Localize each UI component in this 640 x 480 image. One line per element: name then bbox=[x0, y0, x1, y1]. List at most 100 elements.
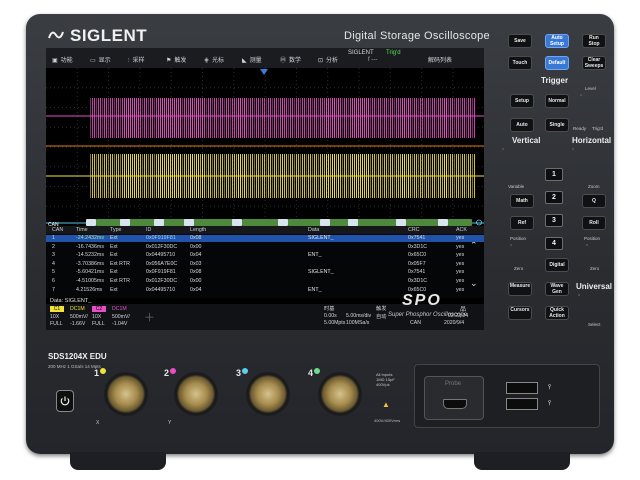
channel-3-bnc-input[interactable] bbox=[246, 372, 290, 416]
ch2-burst-4 bbox=[258, 98, 259, 138]
channel-1-info[interactable]: C1 DC1M 10X 500mV/ FULL -1.66V bbox=[50, 306, 90, 328]
channel-2-info[interactable]: C2 DC1M 10X 500mV/ FULL -1.04V bbox=[92, 306, 132, 328]
column-header[interactable]: CAN bbox=[52, 227, 63, 233]
channel-2-button[interactable]: 2 bbox=[545, 191, 563, 204]
ch2-burst-6 bbox=[336, 98, 337, 138]
table-row[interactable]: 4 -3.70386ms Ext RTR 0x056A7E0C 0x03 0x05F7 ye… bbox=[46, 261, 484, 268]
menu-item-0[interactable]: ▣ 功能 bbox=[52, 55, 73, 64]
ch2-burst-2 bbox=[180, 98, 181, 138]
vertical-scale-knob[interactable] bbox=[502, 148, 504, 150]
table-cell: 0x04495710 bbox=[146, 286, 176, 293]
column-header[interactable]: ID bbox=[146, 227, 151, 233]
ch2-burst-7 bbox=[352, 98, 353, 138]
table-row[interactable]: 2 -16.7436ms Ext 0x012F30DC 0x00 0x3D1C yes bbox=[46, 244, 484, 251]
table-row[interactable]: 1 -24.2432ms Ext 0x0F919F81 0x08 SIGLENT_ 0x75… bbox=[46, 235, 484, 242]
menu-item-6[interactable]: Ⓜ 数学 bbox=[280, 55, 301, 64]
ch2-burst-1 bbox=[126, 98, 127, 138]
panel-button-5[interactable]: Clear Sweeps bbox=[582, 56, 606, 70]
roll-button[interactable]: Roll bbox=[582, 216, 606, 230]
menu-item-5[interactable]: ◣ 测量 bbox=[242, 55, 262, 64]
universal-knob[interactable] bbox=[578, 294, 580, 296]
panel-button-4[interactable]: Default bbox=[545, 56, 569, 70]
channel-1-bnc-input[interactable] bbox=[104, 372, 148, 416]
menu-item-1[interactable]: ▭ 显示 bbox=[90, 55, 111, 64]
channel-1-button[interactable]: 1 bbox=[545, 168, 563, 181]
trigger-source[interactable]: CAN bbox=[410, 320, 421, 326]
cursors-button[interactable]: Cursors bbox=[508, 306, 532, 320]
menu-item-3[interactable]: ⚑ 触发 bbox=[166, 55, 186, 64]
channel-3-button[interactable]: 3 bbox=[545, 214, 563, 227]
usb-port-2[interactable] bbox=[506, 398, 538, 410]
wave-gen-button[interactable]: Wave Gen bbox=[545, 282, 569, 296]
channel-1-label: C1 bbox=[50, 306, 64, 312]
column-header[interactable]: Data bbox=[308, 227, 319, 233]
ch2-burst-8 bbox=[422, 98, 423, 138]
menu-item-4[interactable]: ⋕ 光标 bbox=[204, 55, 224, 64]
horizontal-position-knob[interactable] bbox=[586, 244, 588, 246]
timebase-delay[interactable]: 0.00s bbox=[324, 313, 337, 319]
hdmi-port[interactable] bbox=[443, 399, 467, 409]
menu-item-7[interactable]: ⊡ 分析 bbox=[318, 55, 338, 64]
search-button[interactable]: Q bbox=[582, 194, 606, 208]
ch2-burst-4 bbox=[254, 98, 255, 138]
ch2-burst-4 bbox=[262, 98, 263, 138]
table-cell: yes bbox=[456, 269, 465, 276]
decode-list-label: 解码列表 bbox=[428, 58, 453, 64]
panel-button-0[interactable]: Save bbox=[508, 34, 532, 48]
digital-button[interactable]: Digital bbox=[545, 258, 569, 272]
measure-button[interactable]: Measure bbox=[508, 282, 532, 296]
ch2-burst-3 bbox=[206, 98, 207, 138]
column-header[interactable]: Length bbox=[190, 227, 206, 233]
panel-button-2[interactable]: Run Stop bbox=[582, 34, 606, 48]
display-screen[interactable]: ▣ 功能 ▭ 显示 ⫶ 采样 ⚑ 触发 ⋕ 光标 ◣ 测量 Ⓜ 数学 ⊡ 分析 SIGLENT Trig'd f -… bbox=[46, 48, 484, 330]
channel-3-ring bbox=[242, 368, 248, 374]
menu-item-label: 分析 bbox=[326, 58, 339, 64]
trigger-mode[interactable]: 自动 bbox=[376, 313, 386, 320]
table-cell: Ext bbox=[110, 243, 118, 250]
quick-action-button[interactable]: Quick Action bbox=[545, 306, 569, 320]
waveform-area[interactable]: CAN bbox=[46, 68, 484, 226]
table-cell: Ext RTR bbox=[110, 260, 130, 267]
brand-name: SIGLENT bbox=[70, 26, 148, 45]
table-cell: 0x04 bbox=[190, 252, 202, 259]
table-row[interactable]: 6 -4.51005ms Ext RTR 0x012F30DC 0x00 0x3D1C ye… bbox=[46, 278, 484, 285]
trigger-button-0[interactable]: Setup bbox=[510, 94, 534, 108]
table-row[interactable]: 3 -14.5232ms Ext 0x04495710 0x04 ENT_ 0x65C0 ye… bbox=[46, 252, 484, 259]
channel-4-button[interactable]: 4 bbox=[545, 237, 563, 250]
ch2-burst-5 bbox=[318, 98, 319, 138]
table-row[interactable]: 5 -5.60421ms Ext 0x0F919F81 0x08 SIGLENT_ 0x75… bbox=[46, 269, 484, 276]
table-cell: Ext RTR bbox=[110, 278, 130, 284]
channel-2-bnc-input[interactable] bbox=[174, 372, 218, 416]
usb-port-1[interactable] bbox=[506, 382, 538, 394]
level-knob[interactable] bbox=[580, 94, 582, 96]
column-header[interactable]: CRC bbox=[408, 227, 419, 233]
decode-table[interactable]: CAN Time Type ID Length Data CRC ACK Data: SIGL… bbox=[46, 226, 484, 304]
ch2-burst-3 bbox=[218, 98, 219, 138]
add-channel-icon[interactable]: ＋ bbox=[144, 309, 155, 325]
panel-button-1[interactable]: Auto Setup bbox=[545, 34, 569, 48]
vertical-position-knob[interactable] bbox=[510, 244, 512, 246]
trigger-button-3[interactable]: Single bbox=[545, 118, 569, 132]
channel-4-bnc-input[interactable] bbox=[318, 372, 362, 416]
trigger-button-1[interactable]: Normal bbox=[545, 94, 569, 108]
ch2-burst-5 bbox=[304, 98, 305, 138]
ch2-burst-5 bbox=[300, 98, 301, 138]
trigger-button-2[interactable]: Auto bbox=[510, 118, 534, 132]
power-button[interactable] bbox=[56, 390, 74, 412]
zoom-label: Zoom bbox=[588, 184, 600, 189]
channel-1-number: 1 bbox=[94, 368, 100, 378]
channel-2-bw: FULL bbox=[92, 321, 105, 327]
ref-button[interactable]: Ref bbox=[510, 216, 534, 230]
column-header[interactable]: Time bbox=[76, 227, 88, 233]
horizontal-scale-knob[interactable] bbox=[572, 148, 574, 150]
column-header[interactable]: Type bbox=[110, 227, 121, 233]
model-number: SDS1204X EDU bbox=[48, 352, 107, 361]
ch2-burst-4 bbox=[278, 98, 279, 138]
panel-button-3[interactable]: Touch bbox=[508, 56, 532, 70]
ch2-burst-8 bbox=[406, 98, 407, 138]
column-header[interactable]: ACK bbox=[456, 227, 467, 233]
menu-item-2[interactable]: ⫶ 采样 bbox=[128, 55, 145, 65]
timebase-scale[interactable]: 5.00ms/div bbox=[346, 313, 371, 319]
math-button[interactable]: Math bbox=[510, 194, 534, 208]
ch2-burst-7 bbox=[388, 98, 389, 138]
